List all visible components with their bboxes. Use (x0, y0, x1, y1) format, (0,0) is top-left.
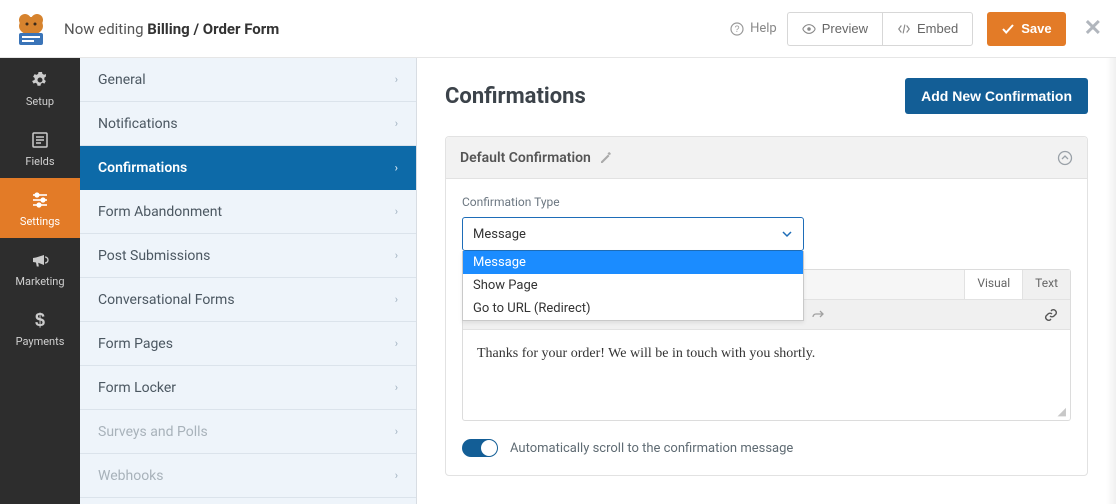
form-name: Billing / Order Form (147, 20, 279, 38)
app-logo (10, 8, 52, 50)
chevron-right-icon: › (395, 73, 398, 86)
settings-item-label: Form Abandonment (98, 204, 222, 220)
settings-item-general[interactable]: General › (80, 58, 416, 102)
confirmation-card: Default Confirmation Confirmation Type M… (445, 136, 1088, 476)
settings-item-label: Webhooks (98, 468, 164, 484)
chevron-right-icon: › (395, 425, 398, 438)
svg-text:$: $ (35, 310, 45, 330)
editor-tab-text[interactable]: Text (1022, 270, 1070, 299)
code-icon (897, 22, 911, 36)
option-go-to-url[interactable]: Go to URL (Redirect) (463, 297, 803, 320)
editor-content: Thanks for your order! We will be in tou… (477, 346, 815, 361)
eye-icon (802, 22, 816, 36)
left-rail: Setup Fields Settings Marketing (0, 58, 80, 504)
preview-button[interactable]: Preview (787, 12, 882, 46)
preview-embed-group: Preview Embed (787, 12, 973, 46)
chevron-right-icon: › (395, 161, 398, 174)
settings-item-label: Form Pages (98, 336, 173, 352)
rail-label: Marketing (15, 275, 64, 288)
chevron-right-icon: › (395, 381, 398, 394)
settings-item-post-submissions[interactable]: Post Submissions › (80, 234, 416, 278)
editing-title: Now editing Billing / Order Form (64, 20, 279, 38)
svg-text:?: ? (735, 24, 740, 34)
settings-item-conversational-forms[interactable]: Conversational Forms › (80, 278, 416, 322)
redo-icon[interactable] (807, 304, 829, 326)
settings-item-label: Surveys and Polls (98, 424, 208, 440)
settings-item-label: Confirmations (98, 160, 187, 176)
sliders-icon (29, 189, 51, 211)
editor-textarea[interactable]: Thanks for your order! We will be in tou… (463, 330, 1070, 420)
rail-label: Settings (20, 215, 60, 228)
rail-label: Fields (25, 155, 54, 168)
settings-item-form-locker[interactable]: Form Locker › (80, 366, 416, 410)
dollar-icon: $ (29, 309, 51, 331)
save-label: Save (1021, 21, 1051, 36)
chevron-right-icon: › (395, 249, 398, 262)
select-value: Message (473, 227, 526, 242)
confirmation-type-label: Confirmation Type (462, 195, 1071, 209)
help-label: Help (750, 21, 777, 36)
main-content: Confirmations Add New Confirmation Defau… (417, 58, 1116, 504)
settings-item-label: General (98, 72, 146, 88)
auto-scroll-toggle[interactable] (462, 439, 498, 457)
editing-prefix: Now editing (64, 20, 147, 38)
auto-scroll-label: Automatically scroll to the confirmation… (510, 441, 793, 456)
rail-item-settings[interactable]: Settings (0, 178, 80, 238)
chevron-right-icon: › (395, 469, 398, 482)
rail-item-marketing[interactable]: Marketing (0, 238, 80, 298)
rail-label: Setup (26, 95, 54, 108)
card-header: Default Confirmation (446, 137, 1087, 179)
chevron-down-icon (781, 228, 793, 240)
editor-tab-visual[interactable]: Visual (964, 270, 1022, 299)
settings-item-form-pages[interactable]: Form Pages › (80, 322, 416, 366)
megaphone-icon (29, 249, 51, 271)
check-icon (1001, 22, 1015, 36)
help-icon: ? (730, 22, 744, 36)
page-title: Confirmations (445, 84, 586, 109)
rail-item-setup[interactable]: Setup (0, 58, 80, 118)
settings-item-surveys-polls[interactable]: Surveys and Polls › (80, 410, 416, 454)
add-confirmation-button[interactable]: Add New Confirmation (905, 78, 1088, 114)
rail-label: Payments (16, 335, 65, 348)
gear-icon (29, 69, 51, 91)
confirmation-type-select[interactable]: Message (462, 217, 804, 251)
embed-label: Embed (917, 21, 958, 36)
save-button[interactable]: Save (987, 12, 1065, 46)
settings-item-form-abandonment[interactable]: Form Abandonment › (80, 190, 416, 234)
settings-panel: General › Notifications › Confirmations › F… (80, 58, 417, 504)
option-show-page[interactable]: Show Page (463, 274, 803, 297)
card-title: Default Confirmation (460, 150, 591, 166)
settings-item-label: Form Locker (98, 380, 176, 396)
link-icon[interactable] (1040, 304, 1062, 326)
settings-item-webhooks[interactable]: Webhooks › (80, 454, 416, 498)
settings-item-label: Conversational Forms (98, 292, 235, 308)
resize-handle-icon[interactable]: ◢ (1058, 405, 1066, 418)
top-bar: Now editing Billing / Order Form ? Help … (0, 0, 1116, 58)
chevron-right-icon: › (395, 117, 398, 130)
fields-icon (29, 129, 51, 151)
edit-title-icon[interactable] (599, 151, 613, 165)
preview-label: Preview (822, 21, 868, 36)
chevron-right-icon: › (395, 205, 398, 218)
embed-button[interactable]: Embed (882, 12, 973, 46)
settings-item-confirmations[interactable]: Confirmations › (80, 146, 416, 190)
settings-item-label: Post Submissions (98, 248, 210, 264)
confirmation-type-dropdown: Message Show Page Go to URL (Redirect) (462, 251, 804, 321)
option-message[interactable]: Message (463, 251, 803, 274)
settings-item-label: Notifications (98, 116, 178, 132)
collapse-icon[interactable] (1057, 150, 1073, 166)
help-link[interactable]: ? Help (730, 21, 777, 36)
close-button[interactable]: ✕ (1084, 16, 1102, 41)
chevron-right-icon: › (395, 337, 398, 350)
settings-item-notifications[interactable]: Notifications › (80, 102, 416, 146)
rail-item-fields[interactable]: Fields (0, 118, 80, 178)
rail-item-payments[interactable]: $ Payments (0, 298, 80, 358)
chevron-right-icon: › (395, 293, 398, 306)
